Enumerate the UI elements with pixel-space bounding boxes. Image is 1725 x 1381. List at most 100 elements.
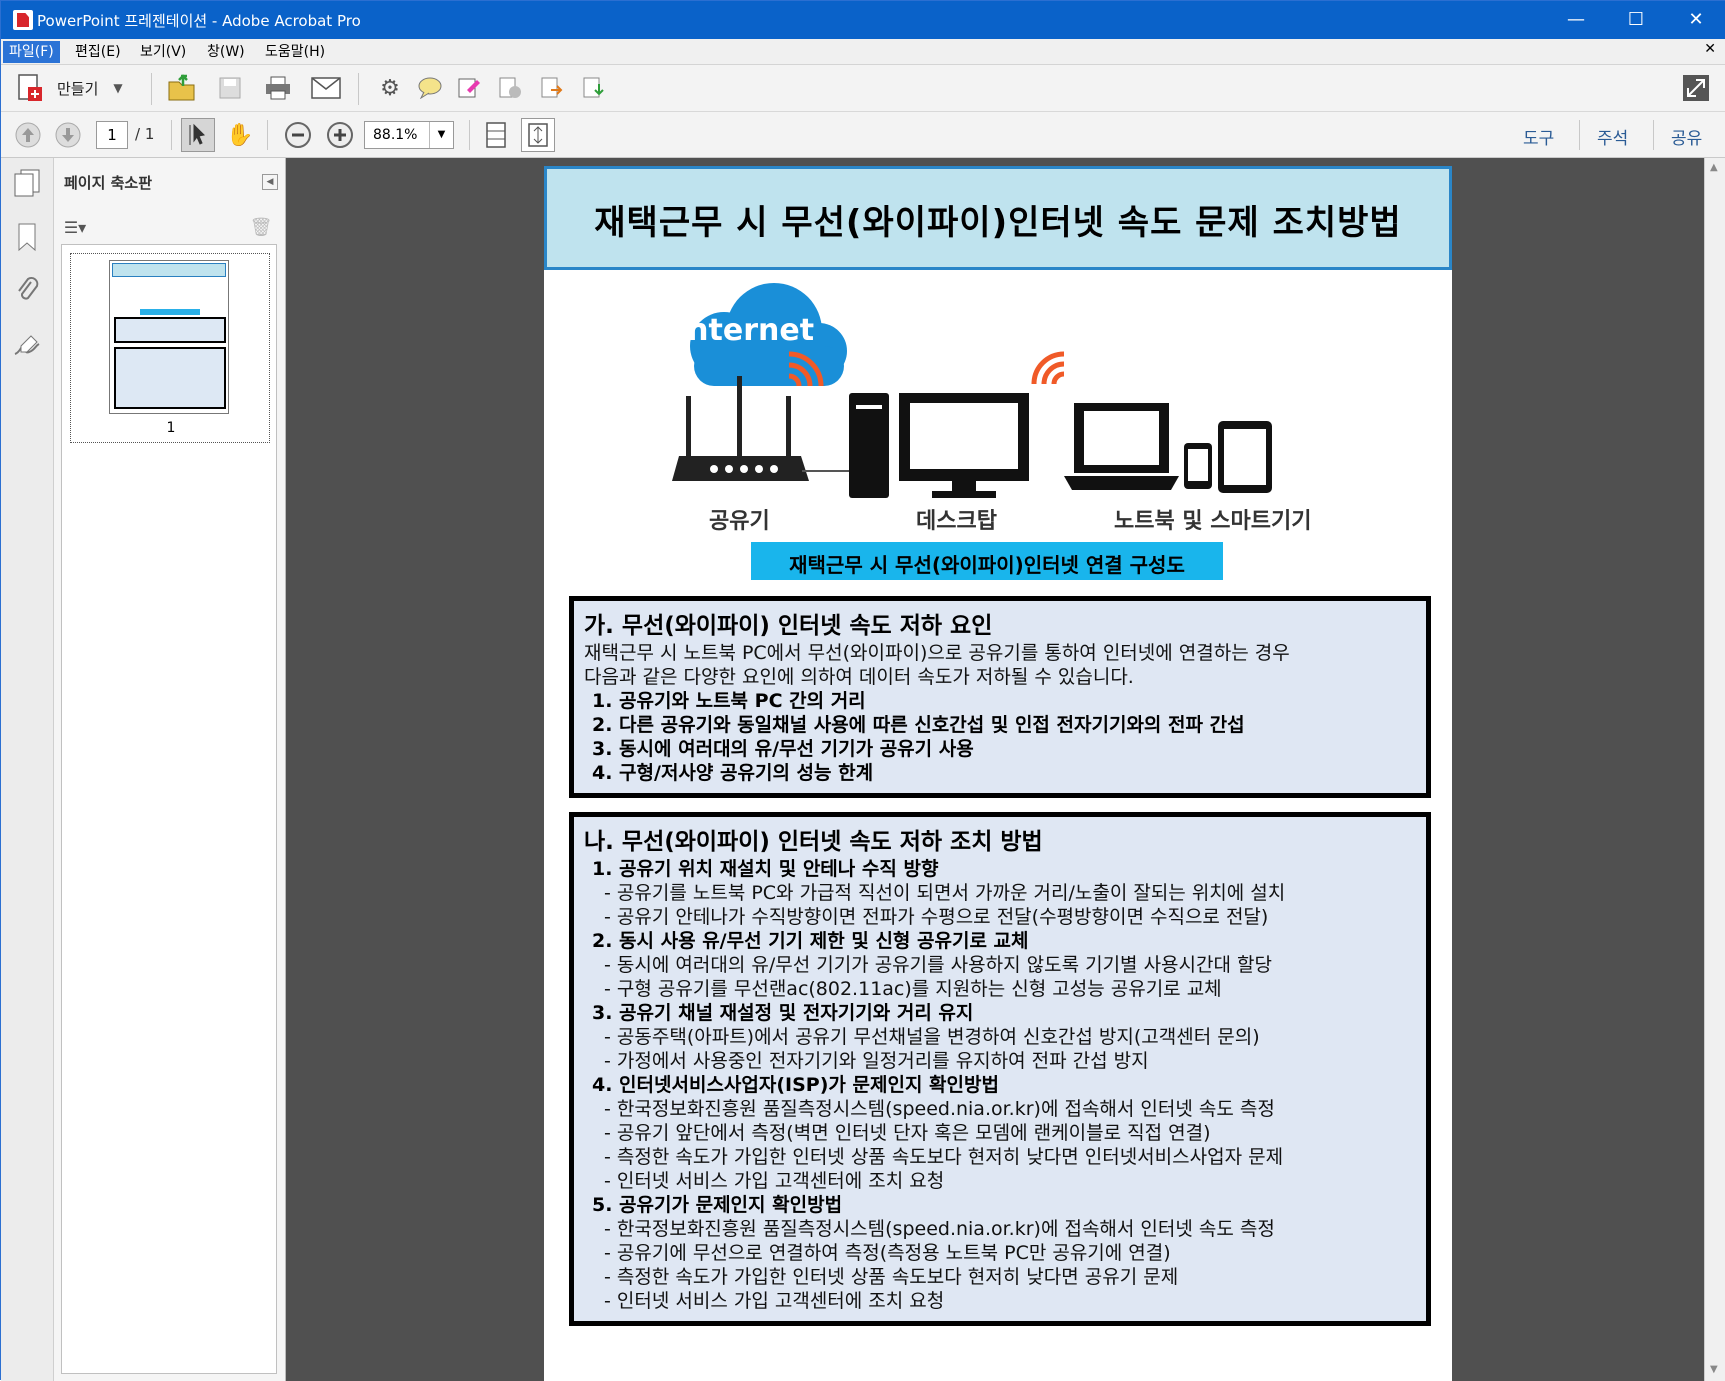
document-view[interactable]: 재택근무 시 무선(와이파이)인터넷 속도 문제 조치방법 Internet 공… [286, 158, 1704, 1381]
create-pdf-icon[interactable] [13, 71, 47, 105]
comment-tab[interactable]: 주석 [1597, 124, 1628, 149]
zoom-level-value: 88.1% [373, 127, 418, 143]
toolbar-separator [171, 120, 172, 150]
toolbar-separator [358, 73, 359, 105]
section-b-subitem: - 측정한 속도가 가입한 인터넷 상품 속도보다 현저히 낮다면 인터넷서비스… [604, 1146, 1284, 1168]
section-a-box: 가. 무선(와이파이) 인터넷 속도 저하 요인 재택근무 시 노트북 PC에서… [569, 596, 1431, 798]
section-b-item: 3. 공유기 채널 재설정 및 전자기기와 거리 유지 [592, 1002, 974, 1024]
page-number-input[interactable]: 1 [96, 121, 128, 149]
minimize-button[interactable]: — [1546, 1, 1606, 39]
section-a-intro-line: 다음과 같은 다양한 요인에 의하여 데이터 속도가 저하될 수 있습니다. [584, 666, 1134, 688]
share-tab[interactable]: 공유 [1671, 124, 1702, 149]
export-icon[interactable] [535, 71, 569, 105]
section-a-item: 4. 구형/저사양 공유기의 성능 한계 [592, 762, 874, 784]
section-b-subitem: - 동시에 여러대의 유/무선 기기가 공유기를 사용하지 않도록 기기별 사용… [604, 954, 1272, 976]
network-diagram: Internet 공유기 데스크탑 노트북 및 스마트기기 [654, 281, 1374, 534]
zoom-in-icon[interactable] [323, 118, 357, 152]
close-button[interactable]: ✕ [1666, 1, 1725, 39]
create-dropdown-arrow-icon[interactable]: ▼ [101, 71, 135, 105]
menu-file[interactable]: 파일(F) [3, 41, 60, 63]
section-b-subitem: - 공유기를 노트북 PC와 가급적 직선이 되면서 가까운 거리/노출이 잘되… [604, 882, 1286, 904]
menu-window[interactable]: 창(W) [201, 41, 251, 63]
section-b-subitem: - 공유기에 무선으로 연결하여 측정(측정용 노트북 PC만 공유기에 연결) [604, 1242, 1171, 1264]
menu-edit[interactable]: 편집(E) [69, 41, 127, 63]
diagram-caption-box: 재택근무 시 무선(와이파이)인터넷 연결 구성도 [751, 542, 1223, 580]
comment-bubble-icon[interactable] [413, 71, 447, 105]
email-icon[interactable] [309, 71, 343, 105]
wifi-signal-icon [1031, 351, 1065, 385]
section-b-item: 2. 동시 사용 유/무선 기기 제한 및 신형 공유기로 교체 [592, 930, 1029, 952]
close-document-icon[interactable]: ✕ [1704, 41, 1716, 57]
zoom-out-icon[interactable] [281, 118, 315, 152]
toolbar-separator [1653, 120, 1654, 150]
router-icon [672, 376, 809, 481]
download-icon[interactable] [577, 71, 611, 105]
section-a-item: 2. 다른 공유기와 동일채널 사용에 따른 신호간섭 및 인접 전자기기와의 … [592, 714, 1245, 736]
section-a-heading: 가. 무선(와이파이) 인터넷 속도 저하 요인 [584, 613, 993, 639]
hand-tool-icon[interactable]: ✋ [223, 118, 257, 152]
section-b-subitem: - 공동주택(아파트)에서 공유기 무선채널을 변경하여 신호간섭 방지(고객센… [604, 1026, 1260, 1048]
desktop-computer-icon [849, 393, 1029, 498]
create-menu-label[interactable]: 만들기 [57, 78, 98, 99]
page-total: / 1 [135, 125, 155, 143]
fit-page-width-icon[interactable] [479, 118, 513, 152]
delete-page-icon[interactable] [493, 71, 527, 105]
section-a-item: 3. 동시에 여러대의 유/무선 기기가 공유기 사용 [592, 738, 974, 760]
zoom-level-select[interactable]: 88.1% ▼ [364, 121, 454, 149]
section-b-box: 나. 무선(와이파이) 인터넷 속도 저하 조치 방법 1. 공유기 위치 재설… [569, 812, 1431, 1326]
print-icon[interactable] [261, 71, 295, 105]
open-file-icon[interactable] [165, 71, 199, 105]
section-b-subitem: - 구형 공유기를 무선랜ac(802.11ac)를 지원하는 신형 고성능 공… [604, 978, 1222, 1000]
laptop-label: 노트북 및 스마트기기 [1114, 509, 1312, 534]
section-b-subitem: - 공유기 앞단에서 측정(벽면 인터넷 단자 혹은 모뎀에 랜케이블로 직접 … [604, 1122, 1211, 1144]
fullscreen-icon[interactable] [1679, 71, 1713, 105]
acrobat-window: PowerPoint 프레젠테이션 - Adobe Acrobat Pro — … [0, 0, 1725, 1381]
section-b-subitem: - 공유기 안테나가 수직방향이면 전파가 수평으로 전달(수평방향이면 수직으… [604, 906, 1269, 928]
select-cursor-icon[interactable] [181, 118, 215, 152]
chevron-down-icon[interactable]: ▼ [429, 122, 453, 148]
scroll-up-icon[interactable]: ▲ [1710, 162, 1718, 173]
section-b-item: 1. 공유기 위치 재설치 및 안테나 수직 방향 [592, 858, 939, 880]
page-thumbnail[interactable]: 1 [70, 253, 270, 443]
fit-page-icon[interactable] [521, 118, 555, 152]
section-b-subitem: - 인터넷 서비스 가입 고객센터에 조치 요청 [604, 1290, 945, 1312]
tools-tab[interactable]: 도구 [1523, 124, 1554, 149]
main-toolbar: 만들기 ▼ ⚙ [1, 65, 1725, 112]
thumbnail-page-number: 1 [166, 420, 176, 436]
delete-trash-icon[interactable]: 🗑 [244, 210, 278, 244]
thumbnail-options-icon[interactable]: ☰▾ [58, 210, 92, 244]
bookmarks-icon[interactable] [10, 220, 44, 254]
navigation-toolbar: 1 / 1 ✋ 88.1% ▼ 도구 주석 공유 [1, 112, 1725, 158]
window-title: PowerPoint 프레젠테이션 - Adobe Acrobat Pro [37, 12, 361, 30]
signatures-icon[interactable] [10, 328, 44, 362]
menu-view[interactable]: 보기(V) [134, 41, 192, 63]
section-b-subitem: - 측정한 속도가 가입한 인터넷 상품 속도보다 현저히 낮다면 공유기 문제 [604, 1266, 1179, 1288]
save-icon[interactable] [213, 71, 247, 105]
section-b-subitem: - 인터넷 서비스 가입 고객센터에 조치 요청 [604, 1170, 945, 1192]
section-b-subitem: - 가정에서 사용중인 전자기기와 일정거리를 유지하여 전파 간섭 방지 [604, 1050, 1149, 1072]
navigation-icon-strip [1, 158, 54, 1381]
document-title: 재택근무 시 무선(와이파이)인터넷 속도 문제 조치방법 [594, 203, 1402, 243]
next-page-icon[interactable] [51, 118, 85, 152]
collapse-panel-icon[interactable]: ◀ [262, 174, 278, 190]
pdf-page: 재택근무 시 무선(와이파이)인터넷 속도 문제 조치방법 Internet 공… [544, 166, 1452, 1381]
previous-page-icon[interactable] [11, 118, 45, 152]
page-thumbnails-panel: 페이지 축소판 ◀ ☰▾ 🗑 1 [54, 158, 286, 1381]
maximize-button[interactable]: ☐ [1606, 1, 1666, 39]
panel-header: 페이지 축소판 ◀ [54, 158, 286, 206]
document-title-box: 재택근무 시 무선(와이파이)인터넷 속도 문제 조치방법 [544, 166, 1452, 270]
scroll-down-icon[interactable]: ▼ [1710, 1364, 1718, 1375]
settings-gear-icon[interactable]: ⚙ [373, 71, 407, 105]
menu-help[interactable]: 도움말(H) [259, 41, 331, 63]
title-bar: PowerPoint 프레젠테이션 - Adobe Acrobat Pro — … [1, 1, 1725, 39]
desktop-label: 데스크탑 [916, 509, 997, 534]
highlight-icon[interactable] [453, 71, 487, 105]
internet-label: Internet [676, 313, 815, 348]
vertical-scrollbar[interactable]: ▲ ▼ [1704, 158, 1725, 1381]
toolbar-separator [1579, 120, 1580, 150]
attachments-paperclip-icon[interactable] [10, 274, 44, 308]
acrobat-app-icon [13, 10, 33, 30]
laptop-icon [1064, 403, 1179, 490]
thumbnail-list: 1 [61, 244, 277, 1374]
page-thumbnails-icon[interactable] [10, 166, 44, 200]
